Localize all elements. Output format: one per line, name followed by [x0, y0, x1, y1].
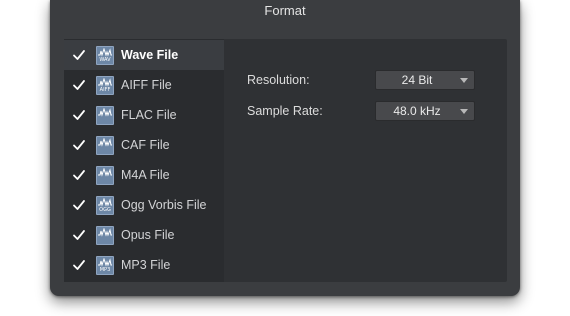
file-type-tag: OGG	[99, 207, 111, 213]
format-item[interactable]: MP3 MP3 File	[64, 250, 224, 280]
opus-file-icon	[96, 226, 114, 245]
sample-rate-dropdown[interactable]: 48.0 kHz	[375, 101, 475, 121]
format-panel: WAV Wave File AIFF AIFF File FLAC File CAF Fi…	[64, 39, 507, 282]
format-item[interactable]: OGG Ogg Vorbis File	[64, 190, 224, 220]
sample-rate-value: 48.0 kHz	[393, 104, 441, 118]
format-window: Format WAV Wave File AIFF AIFF File FLAC Fil…	[50, 0, 520, 296]
checkmark-icon[interactable]	[72, 258, 86, 272]
window-title: Format	[264, 3, 306, 18]
resolution-value: 24 Bit	[401, 73, 433, 87]
checkmark-icon[interactable]	[72, 228, 86, 242]
format-item[interactable]: AIFF AIFF File	[64, 70, 224, 100]
checkmark-icon[interactable]	[72, 168, 86, 182]
checkmark-icon[interactable]	[72, 108, 86, 122]
format-item[interactable]: Opus File	[64, 220, 224, 250]
checkmark-icon[interactable]	[72, 78, 86, 92]
format-item-label: Ogg Vorbis File	[121, 198, 207, 212]
format-item-label: AIFF File	[121, 78, 172, 92]
format-item-label: MP3 File	[121, 258, 171, 272]
chevron-down-icon	[460, 109, 468, 114]
aiff-file-icon: AIFF	[96, 76, 114, 95]
checkmark-icon[interactable]	[72, 48, 86, 62]
checkmark-icon[interactable]	[72, 138, 86, 152]
format-item-label: CAF File	[121, 138, 170, 152]
format-item-label: Wave File	[121, 48, 179, 62]
file-type-tag: MP3	[99, 267, 111, 273]
mp3-file-icon: MP3	[96, 256, 114, 275]
format-item[interactable]: M4A File	[64, 160, 224, 190]
format-list: WAV Wave File AIFF AIFF File FLAC File CAF Fi…	[64, 39, 224, 282]
format-item[interactable]: CAF File	[64, 130, 224, 160]
format-item[interactable]: WAV Wave File	[64, 40, 224, 70]
ogg-file-icon: OGG	[96, 196, 114, 215]
wav-file-icon: WAV	[96, 46, 114, 65]
file-type-tag: AIFF	[99, 87, 111, 93]
format-item-label: M4A File	[121, 168, 170, 182]
format-item-label: FLAC File	[121, 108, 177, 122]
sample-rate-label: Sample Rate:	[247, 104, 323, 118]
format-item[interactable]: FLAC File	[64, 100, 224, 130]
m4a-file-icon	[96, 166, 114, 185]
flac-file-icon	[96, 106, 114, 125]
resolution-label: Resolution:	[247, 73, 310, 87]
format-item-label: Opus File	[121, 228, 175, 242]
chevron-down-icon	[460, 78, 468, 83]
resolution-dropdown[interactable]: 24 Bit	[375, 70, 475, 90]
file-type-tag: WAV	[99, 57, 111, 63]
caf-file-icon	[96, 136, 114, 155]
checkmark-icon[interactable]	[72, 198, 86, 212]
